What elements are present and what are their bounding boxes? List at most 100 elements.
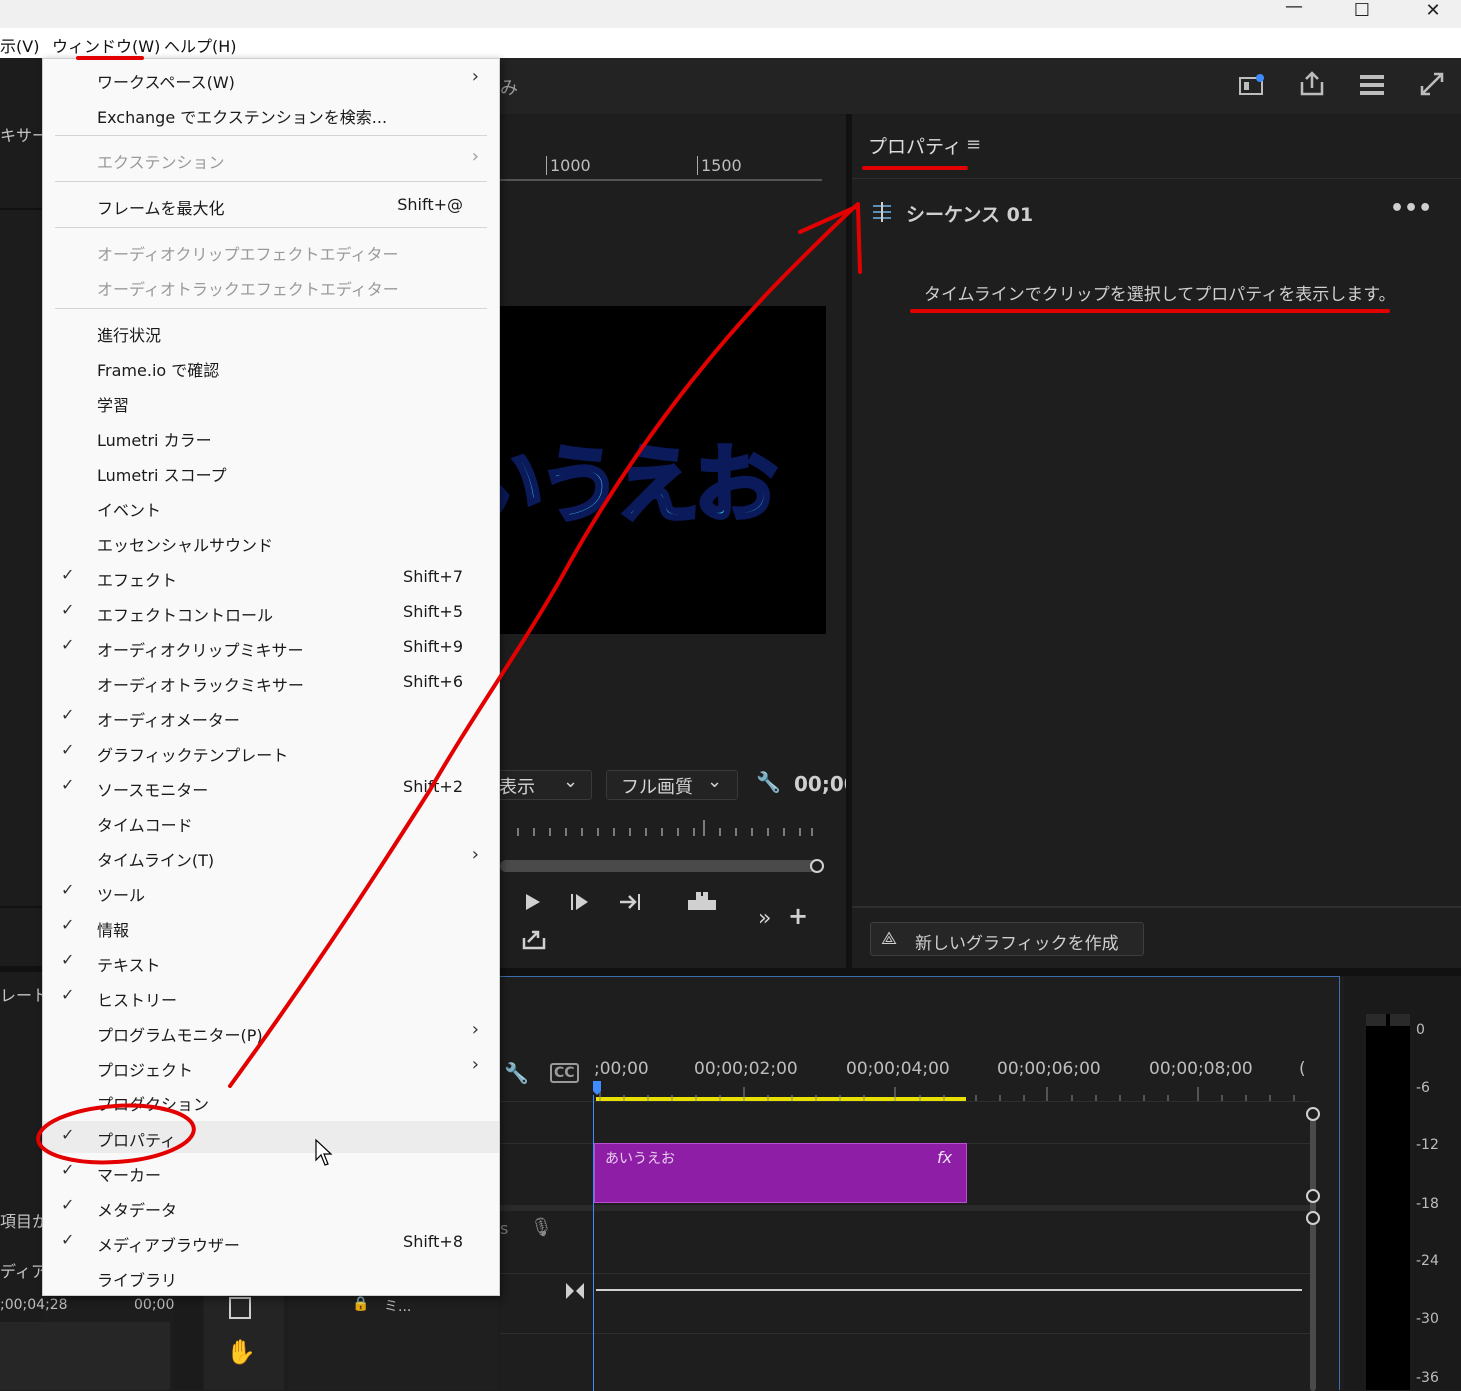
timeline-timecode-partial: ( [1299, 1059, 1306, 1079]
timeline-timecode-8s: 00;00;08;00 [1149, 1059, 1253, 1079]
scroll-handle-bottom[interactable] [1306, 1211, 1320, 1225]
properties-panel-title[interactable]: プロパティ [868, 132, 962, 159]
rectangle-tool-icon[interactable] [226, 1296, 256, 1326]
menu-item-history[interactable]: ✓ ヒストリー [43, 981, 499, 1013]
lift-icon[interactable] [686, 888, 718, 914]
chevron-down-icon: ⌄ [563, 771, 579, 792]
checkmark-icon: ✓ [61, 880, 75, 899]
sequence-icon [873, 202, 891, 222]
menu-item-text[interactable]: ✓ テキスト [43, 946, 499, 978]
menu-help[interactable]: ヘルプ(H) [164, 33, 237, 57]
right-timecode: 00;00 [134, 1297, 175, 1313]
menu-item-markers[interactable]: ✓ マーカー [43, 1156, 499, 1188]
menu-item-media-browser[interactable]: ✓ メディアブラウザー Shift+8 [43, 1226, 499, 1258]
menu-item-extensions: エクステンション › [97, 146, 479, 172]
new-graphic-button[interactable]: ⟁ 新しいグラフィックを作成 [870, 922, 1144, 956]
scroll-handle-mid[interactable] [1306, 1189, 1320, 1203]
graphic-template-tab-partial[interactable]: レート [0, 982, 48, 1006]
fullscreen-icon[interactable] [1418, 70, 1446, 98]
wrench-icon[interactable]: 🔧 [756, 770, 781, 794]
playhead-line[interactable] [593, 1095, 594, 1391]
timeline-timecode-4s: 00;00;04;00 [846, 1059, 950, 1079]
timeline-ruler[interactable] [500, 1077, 1340, 1117]
checkmark-icon: ✓ [61, 635, 75, 654]
menu-item-exchange[interactable]: Exchange でエクステンションを検索... [43, 98, 499, 130]
zoom-select[interactable]: 表示 ⌄ [490, 770, 592, 800]
zoom-handle-icon[interactable] [564, 1281, 586, 1301]
audio-meter-panel: 0 -6 -12 -18 -24 -30 -36 [1344, 976, 1461, 1390]
menu-item-effects[interactable]: ✓ エフェクト Shift+7 [43, 561, 499, 593]
panel-menu-icon[interactable]: ≡ [966, 134, 981, 155]
timeline-timecode-6s: 00;00;06;00 [997, 1059, 1101, 1079]
meter-scale-24: -24 [1416, 1253, 1439, 1269]
properties-hint-text: タイムラインでクリップを選択してプロパティを表示します。 [924, 285, 1396, 305]
menu-item-tools[interactable]: ✓ ツール [43, 876, 499, 908]
timeline-scrollbar[interactable] [1310, 1115, 1316, 1391]
export-frame-icon[interactable] [520, 926, 548, 952]
ruler-label-1500: 1500 [697, 156, 742, 175]
menu-item-audio-track-effect-editor: オーディオトラックエフェクトエディター [97, 280, 399, 299]
track-header-area: 🔒 ミ... [288, 1296, 498, 1390]
go-to-out-icon[interactable] [618, 890, 644, 914]
menu-window[interactable]: ウィンドウ(W) [52, 33, 160, 57]
share-icon[interactable] [1298, 70, 1326, 98]
menu-item-maximize-frame[interactable]: フレームを最大化 Shift+@ [43, 189, 499, 221]
hand-tool-icon[interactable]: ✋ [226, 1338, 256, 1366]
left-timecode: ;00;04;28 [0, 1297, 68, 1313]
chevron-right-icon: › [471, 1019, 479, 1040]
more-controls-icon[interactable]: » [758, 906, 771, 931]
menu-item-info[interactable]: ✓ 情報 [43, 911, 499, 943]
panel-menu-icon[interactable] [1358, 72, 1386, 98]
minimize-icon[interactable]: — [1274, 0, 1314, 17]
lock-icon[interactable]: 🔒 [352, 1296, 369, 1312]
menu-item-timecode[interactable]: タイムコード [43, 806, 499, 838]
menu-item-audio-clip-mixer[interactable]: ✓ オーディオクリップミキサー Shift+9 [43, 631, 499, 663]
panel-divider [500, 968, 1461, 976]
scroll-handle-top[interactable] [1306, 1107, 1320, 1121]
menu-view[interactable]: 示(V) [0, 33, 39, 57]
menu-separator [55, 308, 487, 309]
audio-mixer-tab-partial[interactable]: キサー [0, 122, 48, 146]
step-forward-icon[interactable] [568, 890, 594, 914]
maximize-icon[interactable]: ☐ [1342, 0, 1382, 21]
checkmark-icon: ✓ [61, 1195, 75, 1214]
menu-item-essential-sound[interactable]: エッセンシャルサウンド [43, 526, 499, 558]
workspace-icon[interactable] [1238, 72, 1266, 98]
menu-item-properties[interactable]: ✓ プロパティ [43, 1121, 499, 1153]
close-icon[interactable]: ✕ [1413, 0, 1453, 21]
menu-item-lumetri-color[interactable]: Lumetri カラー [43, 421, 499, 453]
menu-item-project[interactable]: プロジェクト › [43, 1051, 499, 1083]
more-options-icon[interactable]: ••• [1390, 196, 1432, 221]
menu-item-timeline[interactable]: タイムライン(T) › [43, 841, 499, 873]
checkmark-icon: ✓ [61, 740, 75, 759]
clip-fx-badge[interactable]: fx [937, 1148, 952, 1167]
menu-item-frameio[interactable]: Frame.io で確認 [43, 351, 499, 383]
menu-item-audio-meters[interactable]: ✓ オーディオメーター [43, 701, 499, 733]
monitor-scrubber[interactable] [500, 816, 846, 876]
menu-item-metadata[interactable]: ✓ メタデータ [43, 1191, 499, 1223]
menu-item-source-monitor[interactable]: ✓ ソースモニター Shift+2 [43, 771, 499, 803]
checkmark-icon: ✓ [61, 600, 75, 619]
menu-item-production[interactable]: プロダクション [43, 1085, 499, 1117]
menu-item-effect-controls[interactable]: ✓ エフェクトコントロール Shift+5 [43, 596, 499, 628]
play-icon[interactable] [520, 890, 546, 914]
menu-item-libraries[interactable]: ライブラリ [43, 1261, 499, 1293]
quality-select[interactable]: フル画質 ⌄ [606, 770, 738, 800]
workspace-tab-partial[interactable]: み [500, 74, 518, 100]
video-preview[interactable]: いうえお [500, 306, 826, 634]
menu-item-program-monitor[interactable]: プログラムモニター(P) › [43, 1016, 499, 1048]
microphone-icon[interactable]: 🎙 [530, 1217, 553, 1238]
checkmark-icon: ✓ [61, 565, 75, 584]
menu-item-learn[interactable]: 学習 [43, 386, 499, 418]
menu-item-progress[interactable]: 進行状況 [43, 316, 499, 348]
chevron-right-icon: › [471, 66, 479, 87]
menu-item-graphic-templates[interactable]: ✓ グラフィックテンプレート [43, 736, 499, 768]
menu-item-events[interactable]: イベント [43, 491, 499, 523]
menu-item-lumetri-scopes[interactable]: Lumetri スコープ [43, 456, 499, 488]
graphic-shape-icon: ⟁ [881, 928, 898, 949]
menu-item-audio-track-mixer[interactable]: オーディオトラックミキサー Shift+6 [43, 666, 499, 698]
media-text-partial: ディア [0, 1262, 47, 1281]
timeline-clip[interactable]: あいうえお fx [594, 1143, 967, 1203]
add-button-icon[interactable]: + [788, 902, 808, 930]
menu-item-workspace[interactable]: ワークスペース(W) › [43, 63, 499, 95]
